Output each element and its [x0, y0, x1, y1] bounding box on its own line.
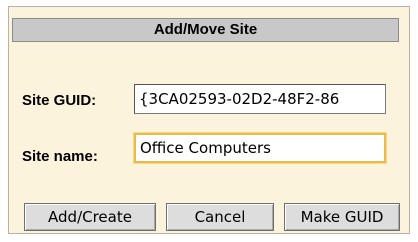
cancel-button[interactable]: Cancel: [166, 203, 274, 231]
site-name-input[interactable]: [134, 133, 386, 163]
add-create-button[interactable]: Add/Create: [24, 203, 156, 231]
make-guid-button[interactable]: Make GUID: [284, 203, 400, 231]
site-guid-label: Site GUID:: [22, 92, 97, 109]
site-guid-input[interactable]: [134, 84, 386, 114]
site-name-label: Site name:: [22, 148, 98, 165]
dialog-title: Add/Move Site: [12, 18, 399, 42]
